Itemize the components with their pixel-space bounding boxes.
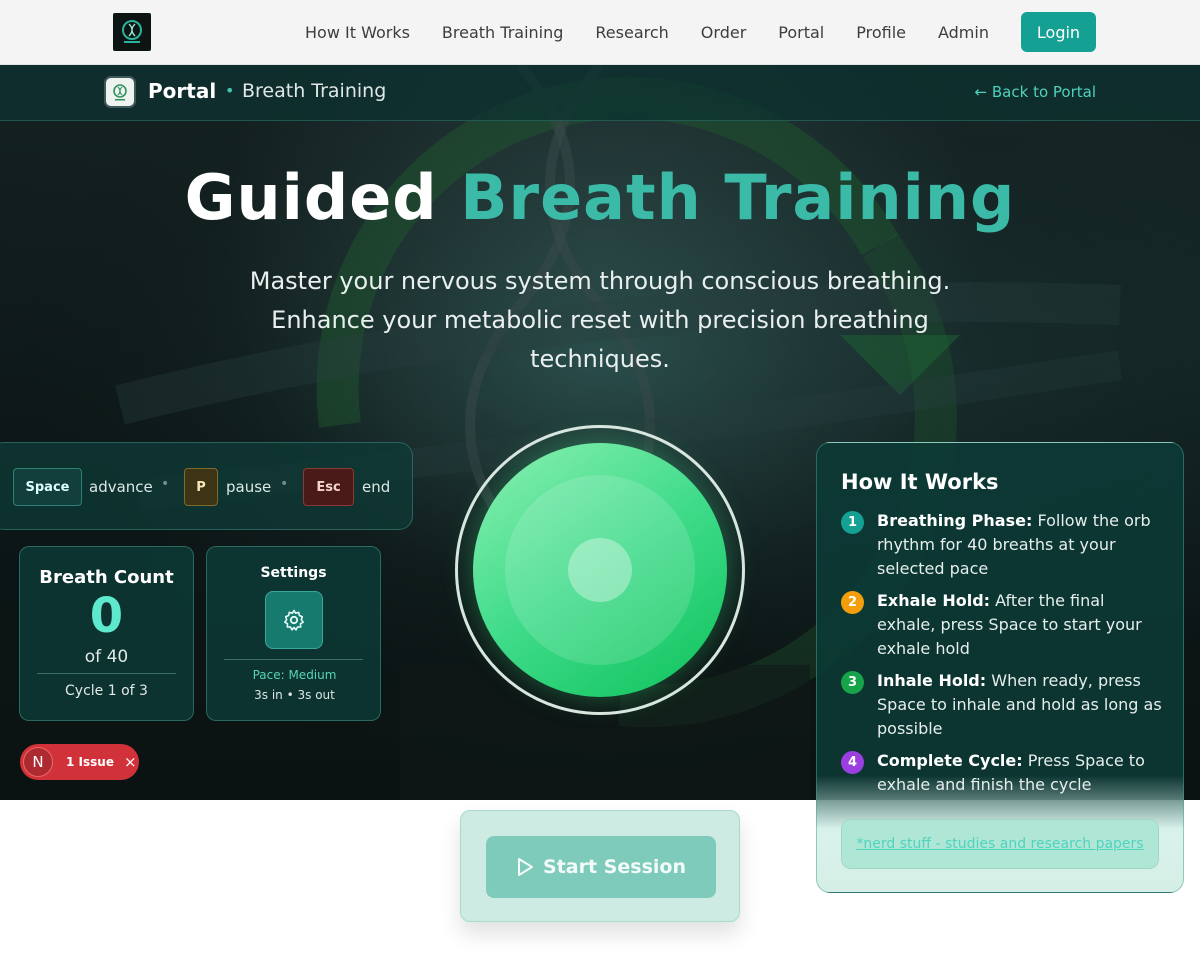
breath-count-total: of 40: [84, 647, 129, 667]
divider: [37, 673, 176, 674]
settings-button[interactable]: [265, 591, 323, 649]
nav-links: How It Works Breath Training Research Or…: [289, 0, 1005, 64]
step-item: 2 Exhale Hold: After the final exhale, p…: [841, 589, 1161, 661]
keyboard-shortcuts-bar: Space advance • P pause • Esc end: [0, 442, 413, 530]
gear-icon: [284, 609, 304, 631]
breath-count-card: Breath Count 0 of 40 Cycle 1 of 3: [19, 546, 194, 721]
nav-order[interactable]: Order: [685, 23, 762, 42]
nav-portal[interactable]: Portal: [762, 23, 840, 42]
nav-profile[interactable]: Profile: [840, 23, 922, 42]
nav-breath-training[interactable]: Breath Training: [426, 23, 579, 42]
step-number-badge: 2: [841, 591, 864, 614]
divider: [224, 659, 363, 660]
step-name: Complete Cycle:: [877, 751, 1023, 770]
subheader-title[interactable]: Portal: [148, 79, 216, 103]
step-text: Complete Cycle: Press Space to exhale an…: [877, 749, 1167, 797]
shortcut-separator: •: [280, 476, 289, 492]
page-title: Guided Breath Training: [0, 161, 1200, 234]
space-key: Space: [13, 468, 82, 506]
nav-how-it-works[interactable]: How It Works: [289, 23, 426, 42]
step-item: 4 Complete Cycle: Press Space to exhale …: [841, 749, 1161, 797]
settings-card: Settings Pace: Medium 3s in • 3s out: [206, 546, 381, 721]
issue-count: 1 Issue: [66, 755, 114, 769]
title-accent-part: Breath Training: [460, 161, 1016, 234]
nav-admin[interactable]: Admin: [922, 23, 1005, 42]
issue-badge[interactable]: N 1 Issue ×: [20, 744, 139, 780]
play-icon: [518, 858, 534, 876]
research-papers-link[interactable]: *nerd stuff - studies and research paper…: [841, 819, 1159, 869]
step-item: 1 Breathing Phase: Follow the orb rhythm…: [841, 509, 1161, 581]
start-session-button[interactable]: Start Session: [486, 836, 716, 898]
breadcrumb-current: Breath Training: [242, 80, 387, 102]
step-item: 3 Inhale Hold: When ready, press Space t…: [841, 669, 1162, 741]
step-text: Breathing Phase: Follow the orb rhythm f…: [877, 509, 1167, 581]
step-number-badge: 1: [841, 511, 864, 534]
step-name: Breathing Phase:: [877, 511, 1033, 530]
breath-count-title: Breath Count: [39, 567, 174, 588]
how-it-works-card: How It Works 1 Breathing Phase: Follow t…: [816, 442, 1184, 893]
pace-label: Pace: Medium: [252, 668, 337, 682]
login-button[interactable]: Login: [1021, 12, 1096, 52]
pace-timing: 3s in • 3s out: [254, 688, 335, 702]
issue-logo-icon: N: [23, 747, 53, 777]
cycle-indicator: Cycle 1 of 3: [65, 683, 148, 699]
pause-label: pause: [226, 478, 272, 496]
start-session-panel: Start Session: [460, 810, 740, 922]
step-name: Exhale Hold:: [877, 591, 991, 610]
esc-key: Esc: [303, 468, 354, 506]
portal-badge-icon: [104, 76, 136, 108]
brand-logo[interactable]: [113, 13, 151, 51]
breadcrumb-separator: •: [225, 81, 235, 100]
shortcut-separator: •: [161, 476, 170, 492]
title-white-part: Guided: [184, 161, 438, 234]
space-label: advance: [89, 478, 153, 496]
settings-title: Settings: [260, 565, 327, 581]
back-to-portal-link[interactable]: ← Back to Portal: [975, 83, 1096, 101]
end-label: end: [362, 478, 391, 496]
orb-core: [568, 538, 632, 602]
p-key: P: [184, 468, 218, 506]
step-text: Exhale Hold: After the final exhale, pre…: [877, 589, 1167, 661]
logo-icon: [122, 20, 142, 43]
step-number-badge: 3: [841, 671, 864, 694]
research-link-text[interactable]: *nerd stuff - studies and research paper…: [856, 836, 1143, 852]
breathing-orb[interactable]: [473, 443, 727, 697]
breath-count-value: 0: [89, 588, 124, 644]
top-navbar: How It Works Breath Training Research Or…: [0, 0, 1200, 65]
start-session-label: Start Session: [543, 856, 686, 878]
step-text: Inhale Hold: When ready, press Space to …: [877, 669, 1167, 741]
step-name: Inhale Hold:: [877, 671, 987, 690]
close-icon[interactable]: ×: [124, 753, 137, 771]
page-subtitle: Master your nervous system through consc…: [249, 267, 951, 373]
step-number-badge: 4: [841, 751, 864, 774]
nav-research[interactable]: Research: [579, 23, 684, 42]
portal-subheader: Portal • Breath Training ← Back to Porta…: [0, 65, 1200, 121]
how-it-works-title: How It Works: [841, 470, 999, 494]
